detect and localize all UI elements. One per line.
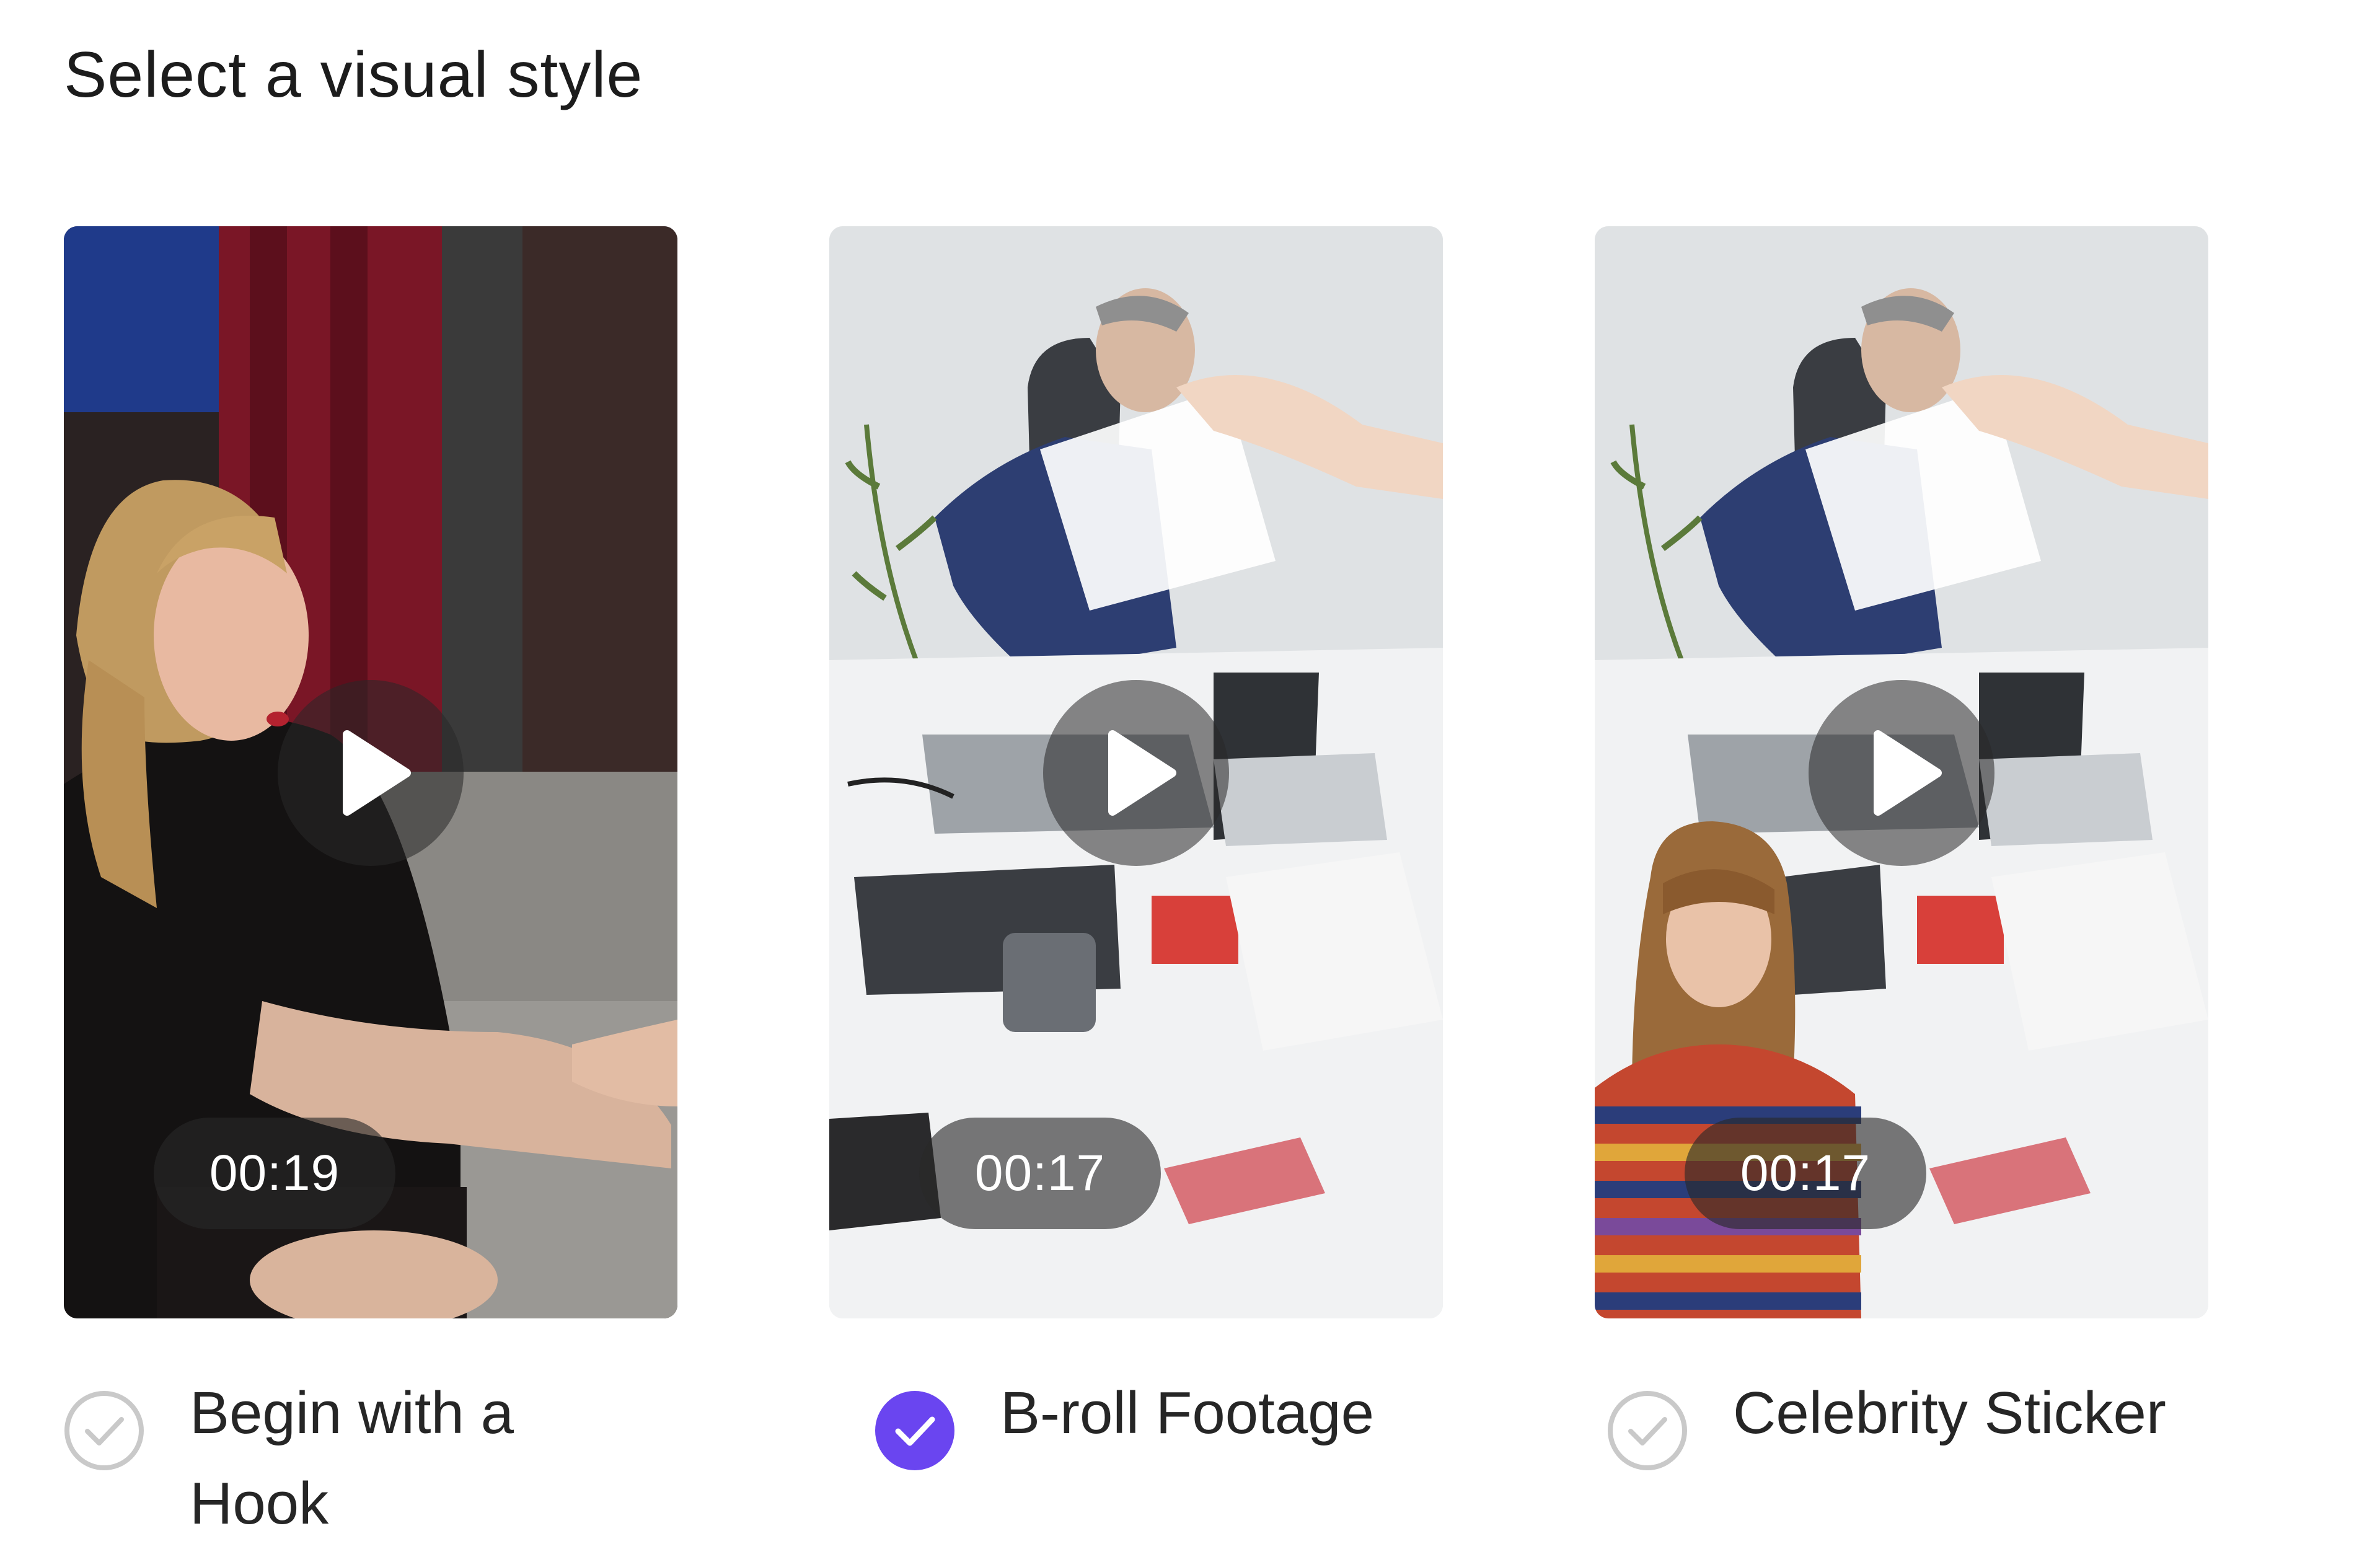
play-icon [1874,730,1942,816]
duration-badge: 00:19 [154,1118,395,1229]
page-title: Select a visual style [64,39,643,111]
play-button[interactable] [278,680,464,866]
duration-badge: 00:17 [919,1118,1161,1229]
style-card-broll[interactable]: 00:17 B-roll Footage [829,226,1443,1470]
visual-style-page: Select a visual style 00:19 Begin with a… [0,0,2380,1549]
check-icon[interactable] [1607,1390,1688,1471]
style-option-celebrity[interactable]: Celebrity Sticker [1607,1368,2221,1471]
style-card-celebrity[interactable]: 00:17 Celebrity Sticker [1595,226,2208,1470]
style-option-hook[interactable]: Begin with a Hook [64,1368,677,1549]
video-thumbnail[interactable]: 00:19 [64,226,677,1318]
play-icon [1108,730,1176,816]
check-icon[interactable] [64,1390,144,1471]
style-card-hook[interactable]: 00:19 Begin with a Hook [64,226,677,1537]
play-button[interactable] [1809,680,1994,866]
style-label: Begin with a Hook [190,1380,514,1537]
play-button[interactable] [1043,680,1229,866]
play-icon [343,730,411,816]
check-icon[interactable] [875,1390,955,1471]
style-option-broll[interactable]: B-roll Footage [875,1368,1488,1471]
style-label: Celebrity Sticker [1733,1380,2166,1446]
video-thumbnail[interactable]: 00:17 [829,226,1443,1318]
duration-badge: 00:17 [1685,1118,1926,1229]
video-thumbnail[interactable]: 00:17 [1595,226,2208,1318]
style-label: B-roll Footage [1000,1380,1374,1446]
